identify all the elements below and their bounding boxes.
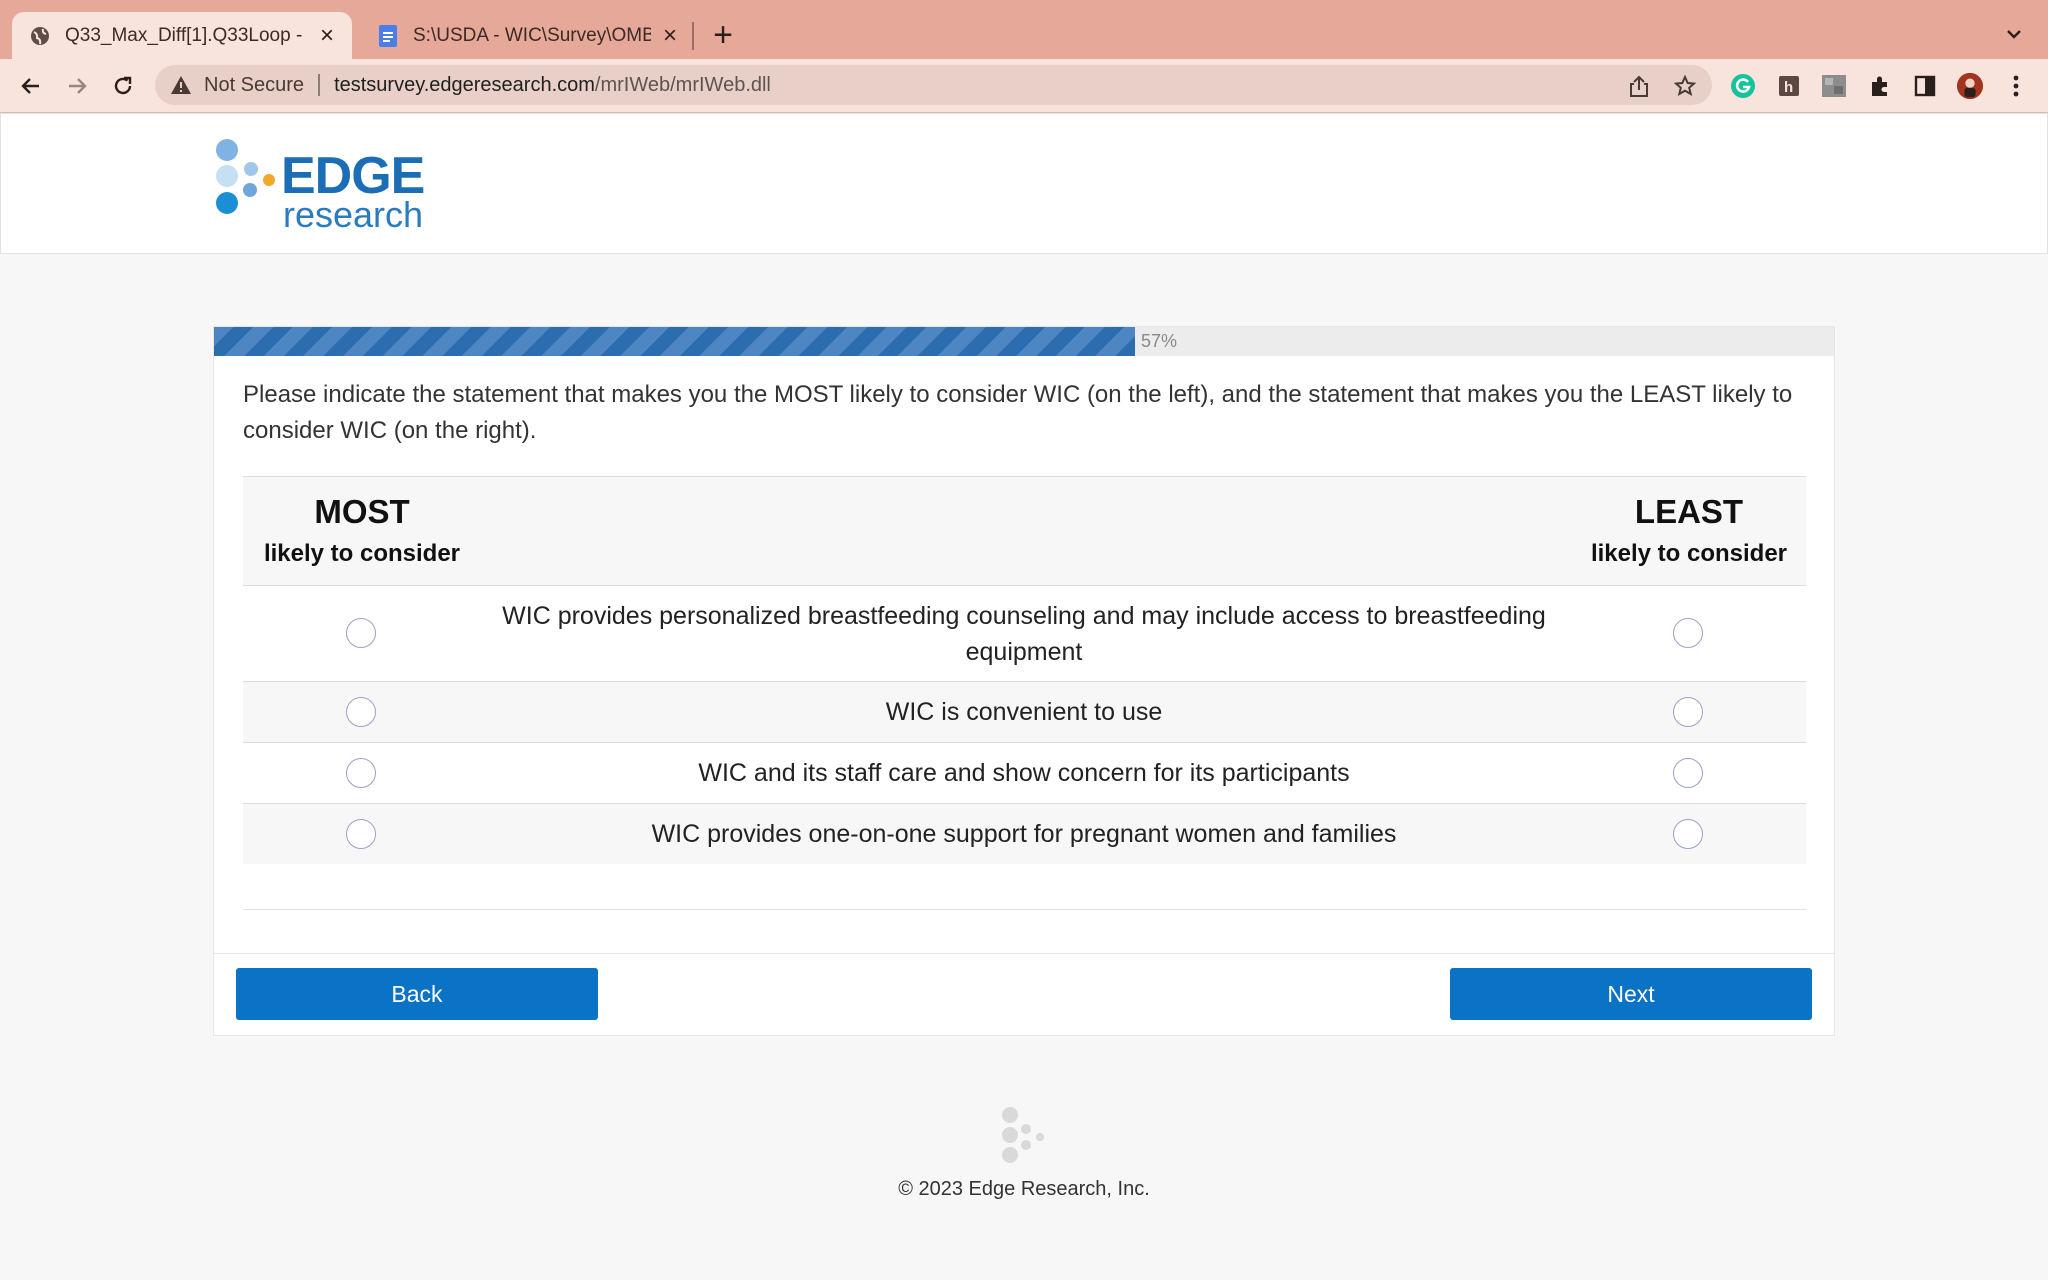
least-radio[interactable] xyxy=(1673,697,1703,727)
statement-row: WIC provides one-on-one support for preg… xyxy=(243,804,1806,864)
tab-document[interactable]: S:\USDA - WIC\Survey\OMB M × xyxy=(360,12,695,59)
tab-survey[interactable]: Q33_Max_Diff[1].Q33Loop - E × xyxy=(12,12,352,59)
statement-row: WIC and its staff care and show concern … xyxy=(243,743,1806,804)
most-radio[interactable] xyxy=(346,618,376,648)
most-heading: MOST xyxy=(314,493,410,530)
close-icon[interactable]: × xyxy=(316,23,338,47)
globe-icon xyxy=(29,25,51,47)
grid-header: MOST likely to consider LEAST likely to … xyxy=(243,477,1806,586)
least-radio[interactable] xyxy=(1673,758,1703,788)
chevron-down-icon[interactable] xyxy=(2002,22,2026,46)
question-text: Please indicate the statement that makes… xyxy=(243,381,1793,444)
maxdiff-grid: MOST likely to consider LEAST likely to … xyxy=(243,476,1806,864)
most-radio[interactable] xyxy=(346,697,376,727)
statement-row: WIC provides personalized breastfeeding … xyxy=(243,586,1806,682)
star-icon[interactable] xyxy=(1673,74,1697,98)
least-radio[interactable] xyxy=(1673,618,1703,648)
browser-toolbar: Not Secure testsurvey.edgeresearch.com/m… xyxy=(0,59,2048,113)
statement-text: WIC is convenient to use xyxy=(885,698,1163,726)
puzzle-icon[interactable] xyxy=(1866,72,1894,100)
most-radio[interactable] xyxy=(346,819,376,849)
most-radio[interactable] xyxy=(346,758,376,788)
back-button[interactable]: Back xyxy=(236,968,598,1020)
reload-icon[interactable] xyxy=(108,71,138,101)
progress-bar: 57% xyxy=(214,327,1834,356)
sidebar-icon[interactable] xyxy=(1911,72,1939,100)
grid-divider xyxy=(243,909,1806,910)
logo-dots-icon xyxy=(216,139,275,214)
site-header: EDGE research xyxy=(0,113,2048,254)
survey-card: 57% Please indicate the statement that m… xyxy=(213,326,1835,1036)
image-extension-icon[interactable] xyxy=(1820,72,1848,100)
more-vertical-icon[interactable] xyxy=(2002,72,2030,100)
url-path[interactable]: /mrIWeb/mrIWeb.dll xyxy=(595,74,771,97)
nav-divider xyxy=(214,953,1834,954)
statement-row: WIC is convenient to use xyxy=(243,682,1806,743)
honey-extension-icon[interactable]: h xyxy=(1775,72,1803,100)
statement-text: WIC and its staff care and show concern … xyxy=(698,759,1350,787)
svg-text:h: h xyxy=(1784,79,1793,96)
new-tab-icon[interactable]: + xyxy=(707,18,739,52)
browser-tab-bar: Q33_Max_Diff[1].Q33Loop - E × S:\USDA - … xyxy=(0,0,2048,59)
warning-icon[interactable] xyxy=(170,75,192,95)
grammarly-icon[interactable] xyxy=(1729,72,1757,100)
footer-logo-icon xyxy=(1002,1107,1044,1163)
least-subheading: likely to consider xyxy=(1590,540,1788,567)
tab-title: Q33_Max_Diff[1].Q33Loop - E xyxy=(65,24,308,46)
most-subheading: likely to consider xyxy=(263,540,461,567)
logo-word-research: research xyxy=(283,194,424,235)
least-radio[interactable] xyxy=(1673,819,1703,849)
tab-separator xyxy=(692,22,694,50)
security-label[interactable]: Not Secure xyxy=(204,74,304,97)
share-icon[interactable] xyxy=(1627,74,1651,98)
back-arrow-icon[interactable] xyxy=(16,71,46,101)
address-divider xyxy=(318,74,321,96)
edge-research-logo: EDGE research xyxy=(213,136,433,236)
docs-icon xyxy=(377,24,399,47)
most-column-header: MOST likely to consider xyxy=(242,491,482,575)
url-host[interactable]: testsurvey.edgeresearch.com xyxy=(334,74,595,97)
copyright-text: © 2023 Edge Research, Inc. xyxy=(898,1178,1150,1200)
statement-text: WIC provides one-on-one support for preg… xyxy=(651,820,1397,848)
forward-arrow-icon[interactable] xyxy=(62,71,92,101)
progress-label: 57% xyxy=(1141,331,1178,351)
avatar[interactable] xyxy=(1956,72,1984,100)
statement-text: WIC provides personalized breastfeeding … xyxy=(502,601,1546,666)
progress-fill xyxy=(214,327,1135,356)
tab-title: S:\USDA - WIC\Survey\OMB M xyxy=(413,24,651,46)
least-column-header: LEAST likely to consider xyxy=(1569,491,1809,575)
least-heading: LEAST xyxy=(1634,493,1744,530)
address-bar[interactable]: Not Secure testsurvey.edgeresearch.com/m… xyxy=(155,65,1712,105)
close-icon[interactable]: × xyxy=(659,23,681,47)
next-button[interactable]: Next xyxy=(1450,968,1812,1020)
